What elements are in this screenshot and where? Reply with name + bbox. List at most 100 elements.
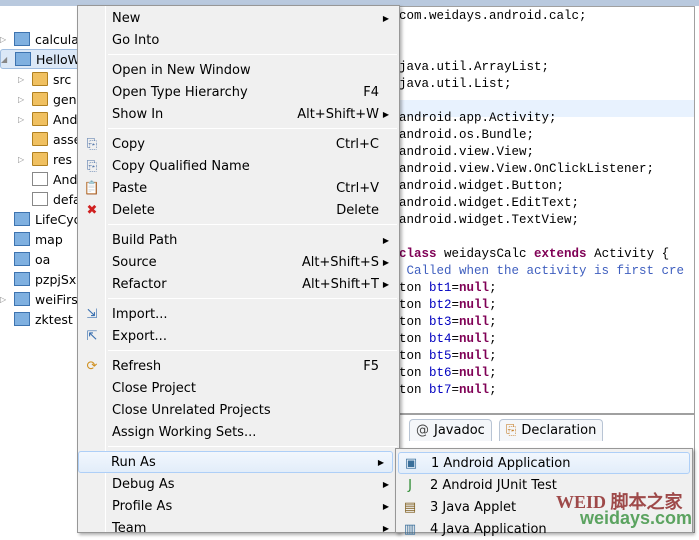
menu-item-close-project[interactable]: Close Project [80,377,397,399]
code-token: = [451,349,460,363]
menu-item-label: Run As [111,454,156,470]
tree-item[interactable]: ▷ gen [18,89,77,109]
menu-item-paste[interactable]: 📋 Paste Ctrl+V [80,177,397,199]
menu-item-refresh[interactable]: ⟳ Refresh F5 [80,355,397,377]
code-token: ; [489,298,497,312]
submenu-arrow-icon: ▶ [382,109,389,119]
java-app-icon: ▥ [403,521,417,537]
menu-item-label: Paste [112,180,148,196]
menu-item-label: Profile As [112,498,173,514]
tree-item[interactable]: asse [18,129,81,149]
code-token: bt4 [429,332,452,346]
tree-item[interactable]: ▷ weiFirst [0,289,83,309]
code-token: android.widget.TextView; [399,213,580,227]
file-icon [32,172,48,186]
tree-item[interactable]: defa [18,189,81,209]
code-line: android.view.View; [399,144,534,161]
tab-javadoc[interactable]: @ Javadoc [409,419,492,441]
menu-item-open-type-hierarchy[interactable]: Open Type Hierarchy F4 [80,81,397,103]
menu-separator [108,350,397,351]
proj-icon [14,292,30,306]
closed-icon [14,272,30,286]
tree-item[interactable]: ▷ src [18,69,71,89]
menu-item-import[interactable]: ⇲ Import... [80,303,397,325]
menu-item-shortcut: Delete [336,202,379,218]
menu-item-close-unrelated-projects[interactable]: Close Unrelated Projects [80,399,397,421]
submenu-item-label: 4 Java Application [430,521,547,537]
menu-item-shortcut: Ctrl+C [335,136,379,152]
folder-icon [32,92,48,106]
expand-toggle-icon[interactable]: ▷ [18,95,28,104]
tree-item[interactable]: pzpjSx [0,269,76,289]
tree-item[interactable]: ▷ calculat [0,29,84,49]
code-token: android.os.Bundle; [399,128,535,142]
code-line: android.widget.EditText; [399,195,579,212]
closed-icon [14,232,30,246]
submenu-item[interactable]: ▣ 1 Android Application [398,452,690,474]
code-token: null [459,349,490,363]
code-line: android.widget.TextView; [399,212,579,229]
menu-item-label: Delete [112,202,155,218]
code-token: bt2 [429,298,452,312]
code-token: java.util.ArrayList; [399,60,550,74]
menu-item-team[interactable]: Team ▶ [80,517,397,539]
menu-item-open-in-new-window[interactable]: Open in New Window [80,59,397,81]
tab-label: Declaration [521,423,597,438]
code-line: android.widget.Button; [399,178,564,195]
tree-item[interactable]: oa [0,249,50,269]
code-token: ; [489,366,497,380]
tab-declaration[interactable]: ⎘ Declaration [499,419,604,441]
code-line: java.util.List; [399,76,512,93]
code-token: java.util.List; [399,77,512,91]
menu-item-go-into[interactable]: Go Into [80,29,397,51]
tree-item[interactable]: And [18,169,77,189]
expand-toggle-icon[interactable]: ▷ [0,35,10,44]
menu-item-source[interactable]: Source Alt+Shift+S ▶ [80,251,397,273]
expand-toggle-icon[interactable]: ▷ [18,115,28,124]
menu-item-label: Import... [112,306,168,322]
code-token: android.app.Activity; [399,111,557,125]
menu-item-export[interactable]: ⇱ Export... [80,325,397,347]
submenu-item-label: 2 Android JUnit Test [430,477,557,493]
tree-item[interactable]: ▷ And [18,109,77,129]
tree-item-label: pzpjSx [35,271,77,287]
menu-item-show-in[interactable]: Show In Alt+Shift+W ▶ [80,103,397,125]
menu-item-refactor[interactable]: Refactor Alt+Shift+T ▶ [80,273,397,295]
menu-item-profile-as[interactable]: Profile As ▶ [80,495,397,517]
code-token: ; [489,383,497,397]
menu-item-debug-as[interactable]: Debug As ▶ [80,473,397,495]
delete-icon: ✖ [86,202,98,218]
code-token: ; [489,332,497,346]
menu-item-shortcut: F4 [363,84,379,100]
submenu-arrow-icon: ▶ [382,13,389,23]
menu-item-build-path[interactable]: Build Path ▶ [80,229,397,251]
expand-toggle-icon[interactable]: ▷ [18,75,28,84]
code-token: Activity { [586,247,670,261]
submenu-item-label: 3 Java Applet [430,499,517,515]
menu-item-shortcut: Alt+Shift+S [301,254,379,270]
code-line: ton bt7=null; [399,382,497,399]
tree-item[interactable]: ▷ res [18,149,72,169]
tree-item[interactable]: zktest [0,309,73,329]
menu-item-assign-working-sets[interactable]: Assign Working Sets... [80,421,397,443]
expand-toggle-icon[interactable]: ▷ [18,155,28,164]
menu-item-new[interactable]: New ▶ [80,7,397,29]
lib-icon [32,112,48,126]
menu-item-run-as[interactable]: Run As ▶ [78,451,393,473]
code-token: ; [489,281,497,295]
code-token: = [451,366,460,380]
paste-icon: 📋 [83,180,101,196]
menu-separator [108,54,397,55]
expand-toggle-icon[interactable]: ◢ [1,55,11,64]
expand-toggle-icon[interactable]: ▷ [0,295,10,304]
tree-item[interactable]: map [0,229,63,249]
tree-item[interactable]: LifeCycl [0,209,84,229]
menu-item-copy[interactable]: ⎘ Copy Ctrl+C [80,133,397,155]
menu-item-copy-qualified-name[interactable]: ⎘ Copy Qualified Name [80,155,397,177]
context-menu: New ▶ Go Into Open in New Window Open Type H… [77,5,400,536]
submenu-arrow-icon: ▶ [382,479,389,489]
code-line: ton bt1=null; [399,280,497,297]
menu-item-shortcut: F5 [363,358,379,374]
watermark-url: weidays.com [580,508,693,528]
menu-item-delete[interactable]: ✖ Delete Delete [80,199,397,221]
